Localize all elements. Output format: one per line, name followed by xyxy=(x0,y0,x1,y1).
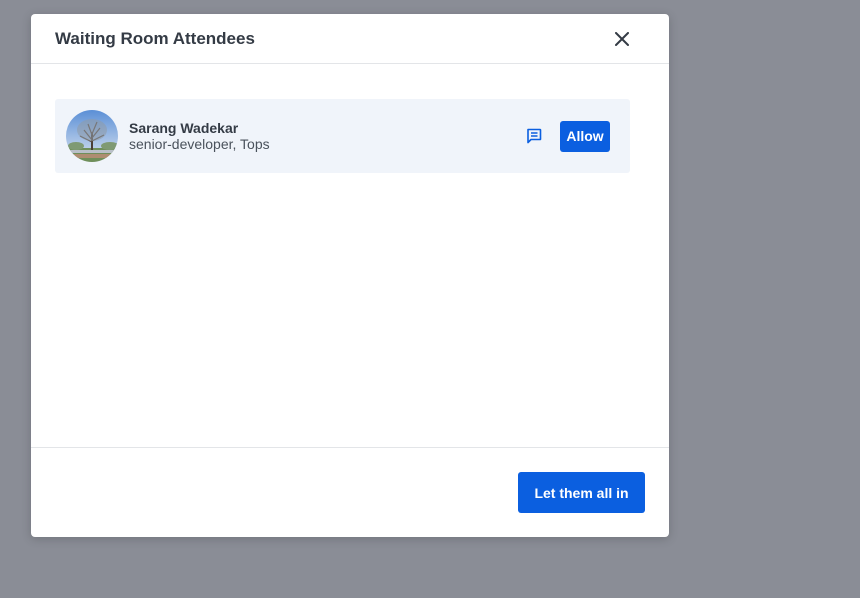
modal-body: Sarang Wadekar senior-developer, Tops Al… xyxy=(31,64,669,447)
close-button[interactable] xyxy=(610,27,634,51)
attendee-row: Sarang Wadekar senior-developer, Tops Al… xyxy=(55,99,630,173)
waiting-room-modal: Waiting Room Attendees Sarang Wadekar se… xyxy=(31,14,669,537)
let-them-all-in-button[interactable]: Let them all in xyxy=(518,472,645,513)
avatar xyxy=(66,110,118,162)
attendee-info: Sarang Wadekar senior-developer, Tops xyxy=(129,120,522,152)
close-icon xyxy=(615,31,629,46)
allow-button[interactable]: Allow xyxy=(560,120,610,152)
attendee-name: Sarang Wadekar xyxy=(129,120,239,136)
chat-button[interactable] xyxy=(522,124,546,148)
attendee-role: senior-developer, Tops xyxy=(129,136,270,152)
modal-header: Waiting Room Attendees xyxy=(31,14,669,64)
modal-title: Waiting Room Attendees xyxy=(55,28,255,48)
modal-footer: Let them all in xyxy=(31,447,669,537)
chat-message-icon xyxy=(527,128,542,144)
